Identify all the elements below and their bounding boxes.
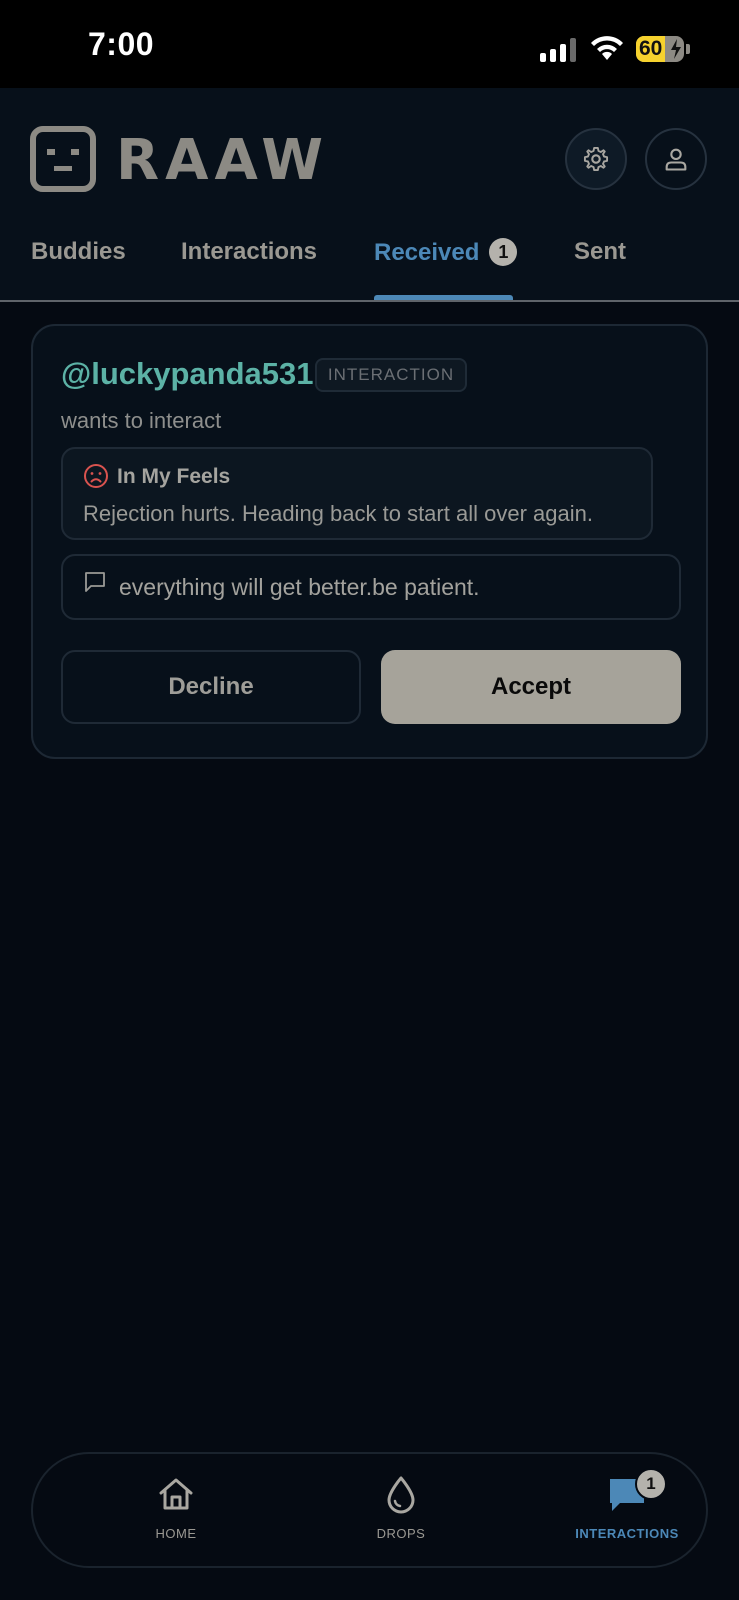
status-bar: 7:00 60 [0,0,739,88]
profile-button[interactable] [645,128,707,190]
mood-text: Rejection hurts. Heading back to start a… [83,501,593,526]
wifi-icon [591,36,623,60]
nav-item-interactions[interactable]: 1 INTERACTIONS [547,1468,707,1554]
tab-sent[interactable]: Sent [574,238,626,266]
sad-face-icon [84,464,108,488]
comment-text: everything will get better.be patient. [119,574,480,600]
decline-button[interactable]: Decline [61,650,361,724]
tab-buddies[interactable]: Buddies [31,238,126,266]
tab-label: Received [374,239,480,266]
droplet-icon [387,1476,415,1514]
interactions-count-badge: 1 [635,1468,667,1500]
tab-interactions[interactable]: Interactions [181,238,317,266]
tabs-divider [0,300,739,302]
requester-username[interactable]: @luckypanda531 [61,356,314,392]
tab-label: Buddies [31,238,126,265]
tab-bar: Buddies Interactions Received 1 Sent [0,208,739,301]
tab-label: Sent [574,238,627,265]
interaction-request-card: @luckypanda531 INTERACTION wants to inte… [31,324,708,759]
user-icon [665,148,687,171]
mood-title: In My Feels [117,465,231,488]
charging-bolt-icon [671,39,681,59]
settings-button[interactable] [565,128,627,190]
nav-label: INTERACTIONS [575,1526,679,1541]
home-icon [159,1478,193,1510]
request-subtitle: wants to interact [61,408,222,433]
gear-icon [583,146,609,172]
battery-percentage: 60 [639,37,663,60]
nav-item-home[interactable]: HOME [106,1474,246,1554]
nav-item-drops[interactable]: DROPS [331,1474,471,1554]
app-name: RAAW [116,128,330,193]
tab-label: Interactions [181,238,318,265]
accept-button[interactable]: Accept [381,650,681,724]
received-count-badge: 1 [489,238,518,266]
nav-label: HOME [155,1526,197,1541]
comment-box: everything will get better.be patient. [61,554,681,620]
tab-received[interactable]: Received 1 [374,238,518,267]
request-type-badge: INTERACTION [315,358,467,392]
message-icon [85,572,105,592]
app-screen: 7:00 60 RAAW Buddies Interactions Receiv… [0,0,739,1600]
bottom-nav: HOME DROPS 1 INTERACTIONS [31,1452,708,1568]
mood-box: In My Feels Rejection hurts. Heading bac… [61,447,653,540]
battery-cap [686,44,690,54]
robot-face-icon [30,126,96,192]
app-header: RAAW [0,88,739,208]
nav-label: DROPS [376,1526,426,1541]
status-time: 7:00 [88,26,155,62]
battery-indicator: 60 [636,36,684,62]
cellular-signal-icon [540,38,578,62]
